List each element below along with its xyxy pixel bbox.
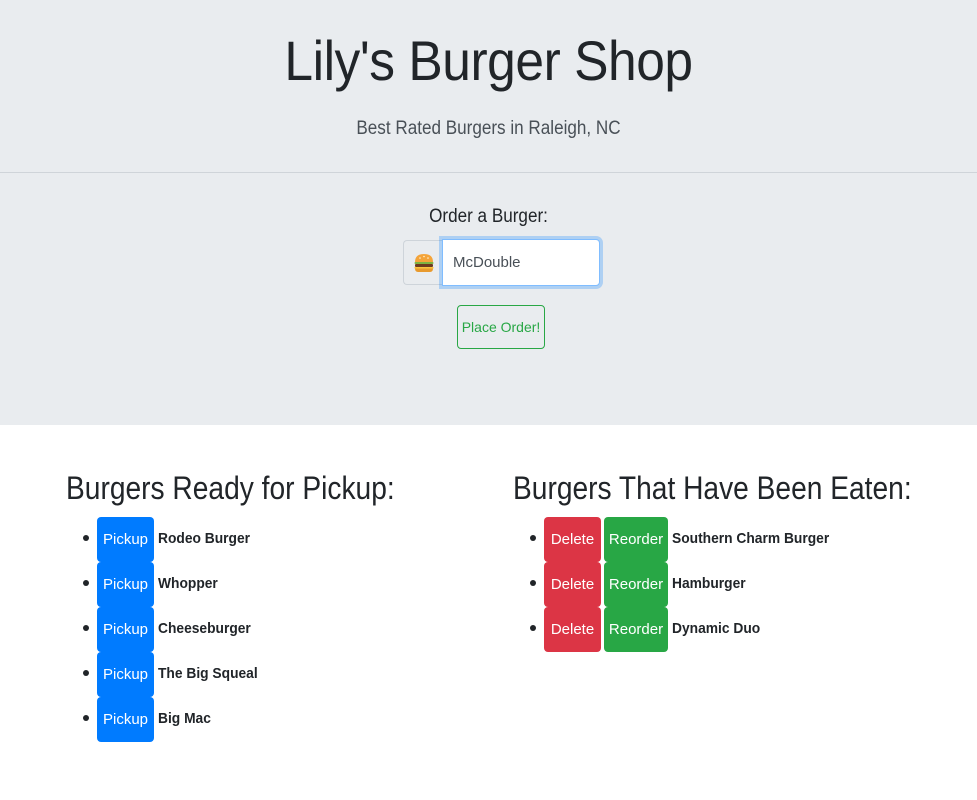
ready-list-item: Pickup Rodeo Burger	[83, 517, 266, 562]
delete-button[interactable]: Delete	[544, 517, 601, 562]
pickup-button[interactable]: Pickup	[97, 697, 154, 742]
ready-list-item: Pickup Cheeseburger	[83, 607, 266, 652]
bullet	[530, 625, 536, 631]
ready-list: Pickup Rodeo Burger Pickup Whopper Pickup Che…	[83, 517, 266, 742]
burger-name: Rodeo Burger	[158, 530, 251, 547]
burger-name: Hamburger	[672, 575, 746, 592]
bullet	[83, 580, 89, 586]
burger-icon	[403, 240, 443, 285]
bullet	[83, 625, 89, 631]
reorder-button[interactable]: Reorder	[604, 562, 668, 607]
divider	[0, 172, 977, 173]
bullet	[83, 670, 89, 676]
tagline: Best Rated Burgers in Raleigh, NC	[356, 118, 621, 139]
burger-name: Big Mac	[158, 710, 211, 727]
delete-button[interactable]: Delete	[544, 562, 601, 607]
eaten-list-item: Delete Reorder Hamburger	[530, 562, 843, 607]
pickup-button[interactable]: Pickup	[97, 517, 154, 562]
order-input-group	[403, 239, 600, 286]
burger-name: Dynamic Duo	[672, 620, 761, 637]
ready-list-item: Pickup The Big Squeal	[83, 652, 266, 697]
bullet	[530, 580, 536, 586]
reorder-button[interactable]: Reorder	[604, 607, 668, 652]
pickup-button[interactable]: Pickup	[97, 652, 154, 697]
ready-list-item: Pickup Big Mac	[83, 697, 266, 742]
pickup-button[interactable]: Pickup	[97, 607, 154, 652]
eaten-list-item: Delete Reorder Southern Charm Burger	[530, 517, 843, 562]
burger-name-input[interactable]	[442, 239, 600, 286]
ready-heading: Burgers Ready for Pickup:	[66, 470, 395, 506]
delete-button[interactable]: Delete	[544, 607, 601, 652]
place-order-button[interactable]: Place Order!	[457, 305, 545, 349]
jumbotron: Lily's Burger Shop Best Rated Burgers in…	[0, 0, 977, 425]
burger-name: Cheeseburger	[158, 620, 251, 637]
burger-name: Whopper	[158, 575, 218, 592]
order-label: Order a Burger:	[429, 206, 548, 227]
eaten-heading: Burgers That Have Been Eaten:	[513, 470, 912, 506]
pickup-button[interactable]: Pickup	[97, 562, 154, 607]
bullet	[530, 535, 536, 541]
reorder-button[interactable]: Reorder	[604, 517, 668, 562]
burger-name: Southern Charm Burger	[672, 530, 830, 547]
bullet	[83, 715, 89, 721]
burger-name: The Big Squeal	[158, 665, 258, 682]
bullet	[83, 535, 89, 541]
ready-list-item: Pickup Whopper	[83, 562, 266, 607]
eaten-list: Delete Reorder Southern Charm Burger Delete…	[530, 517, 843, 652]
eaten-list-item: Delete Reorder Dynamic Duo	[530, 607, 843, 652]
page-title: Lily's Burger Shop	[284, 29, 693, 92]
